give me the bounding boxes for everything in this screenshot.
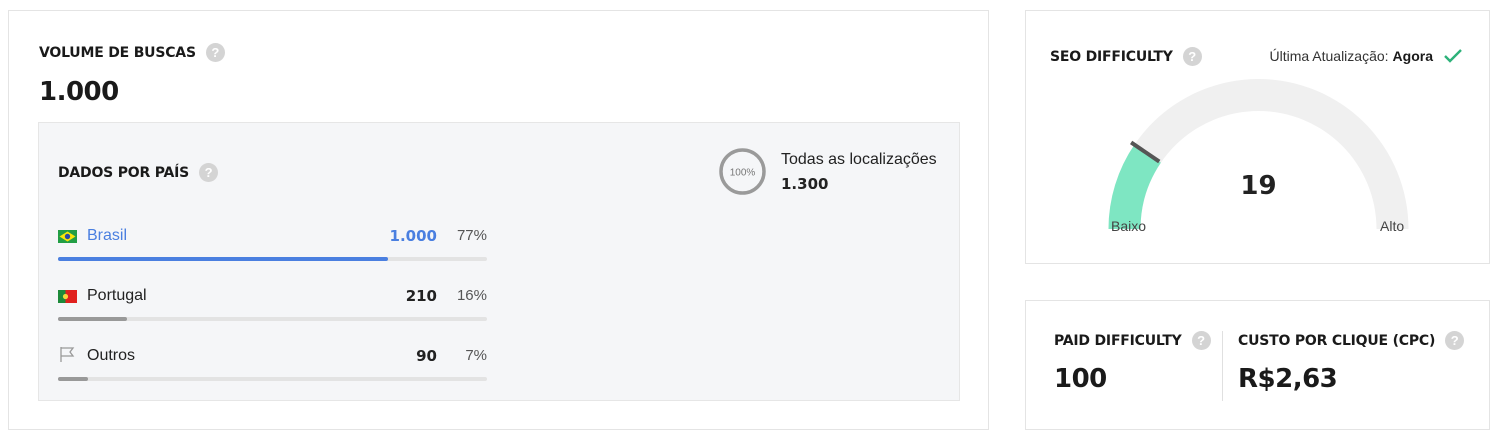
- paid-difficulty: PAID DIFFICULTY ? 100: [1054, 331, 1211, 394]
- gauge-high-label: Alto: [1380, 218, 1405, 234]
- last-update-label: Última Atualização:: [1269, 48, 1389, 64]
- search-volume-card: VOLUME DE BUSCAS ? 1.000 DADOS POR PAÍS …: [8, 10, 989, 430]
- search-volume-title: VOLUME DE BUSCAS: [39, 44, 196, 61]
- country-name[interactable]: Outros: [87, 347, 135, 365]
- last-update: Última Atualização: Agora: [1269, 48, 1463, 64]
- cpc-value: R$2,63: [1238, 364, 1338, 394]
- seo-difficulty-card: SEO DIFFICULTY ? Última Atualização: Ago…: [1025, 10, 1490, 264]
- search-volume-value: 1.000: [39, 77, 119, 107]
- help-icon[interactable]: ?: [1182, 47, 1202, 66]
- country-percent: 7%: [465, 347, 487, 364]
- flag-outline-icon: [60, 347, 75, 362]
- country-name[interactable]: Brasil: [87, 227, 127, 245]
- cost-per-click: CUSTO POR CLIQUE (CPC) ? R$2,63: [1238, 331, 1465, 394]
- country-row-portugal[interactable]: Portugal 210 16%: [58, 281, 487, 321]
- help-icon[interactable]: ?: [1445, 331, 1465, 350]
- country-share-bar: [58, 257, 487, 261]
- divider: [1222, 331, 1223, 401]
- help-icon[interactable]: ?: [199, 163, 219, 182]
- country-share-bar: [58, 317, 487, 321]
- paid-difficulty-title: PAID DIFFICULTY: [1054, 332, 1182, 349]
- country-row-outros[interactable]: Outros 90 7%: [58, 341, 487, 381]
- country-volume: 1.000: [389, 227, 437, 245]
- country-percent: 77%: [456, 227, 487, 244]
- country-share-fill: [58, 377, 89, 381]
- country-name[interactable]: Portugal: [87, 287, 147, 305]
- search-volume-header: VOLUME DE BUSCAS ?: [39, 43, 225, 62]
- last-update-value: Agora: [1392, 48, 1433, 64]
- gauge-track: [1108, 79, 1409, 230]
- country-percent: 16%: [456, 287, 487, 304]
- country-share-bar: [58, 377, 487, 381]
- gauge-low-label: Baixo: [1111, 218, 1147, 234]
- help-icon[interactable]: ?: [1191, 331, 1211, 350]
- country-data-panel: DADOS POR PAÍS ? Brasil 1.000 77% Portug…: [38, 122, 960, 401]
- country-data-title: DADOS POR PAÍS: [58, 164, 190, 181]
- country-volume: 90: [416, 347, 437, 365]
- all-locations-ring: 100%: [719, 148, 766, 195]
- seo-score-value: 19: [1240, 171, 1277, 201]
- country-data-header: DADOS POR PAÍS ?: [58, 163, 219, 182]
- country-share-fill: [58, 257, 389, 261]
- seo-score: 19: [1026, 171, 1491, 201]
- all-locations-label: Todas as localizações: [781, 151, 937, 168]
- all-locations-value: 1.300: [781, 175, 829, 193]
- difficulty-gauge: [1108, 79, 1409, 230]
- paid-metrics-card: PAID DIFFICULTY ? 100 CUSTO POR CLIQUE (…: [1025, 300, 1490, 430]
- check-icon: [1444, 49, 1462, 63]
- paid-difficulty-value: 100: [1054, 364, 1107, 394]
- country-volume: 210: [405, 287, 437, 305]
- country-row-brasil[interactable]: Brasil 1.000 77%: [58, 221, 487, 261]
- help-icon[interactable]: ?: [205, 43, 225, 62]
- all-locations-percent: 100%: [730, 168, 756, 179]
- brazil-flag-icon: [58, 230, 77, 243]
- seo-difficulty-header: SEO DIFFICULTY ?: [1050, 47, 1202, 66]
- country-share-fill: [58, 317, 127, 321]
- cpc-title: CUSTO POR CLIQUE (CPC): [1238, 332, 1436, 349]
- portugal-flag-icon: [58, 290, 77, 303]
- seo-difficulty-title: SEO DIFFICULTY: [1050, 48, 1173, 65]
